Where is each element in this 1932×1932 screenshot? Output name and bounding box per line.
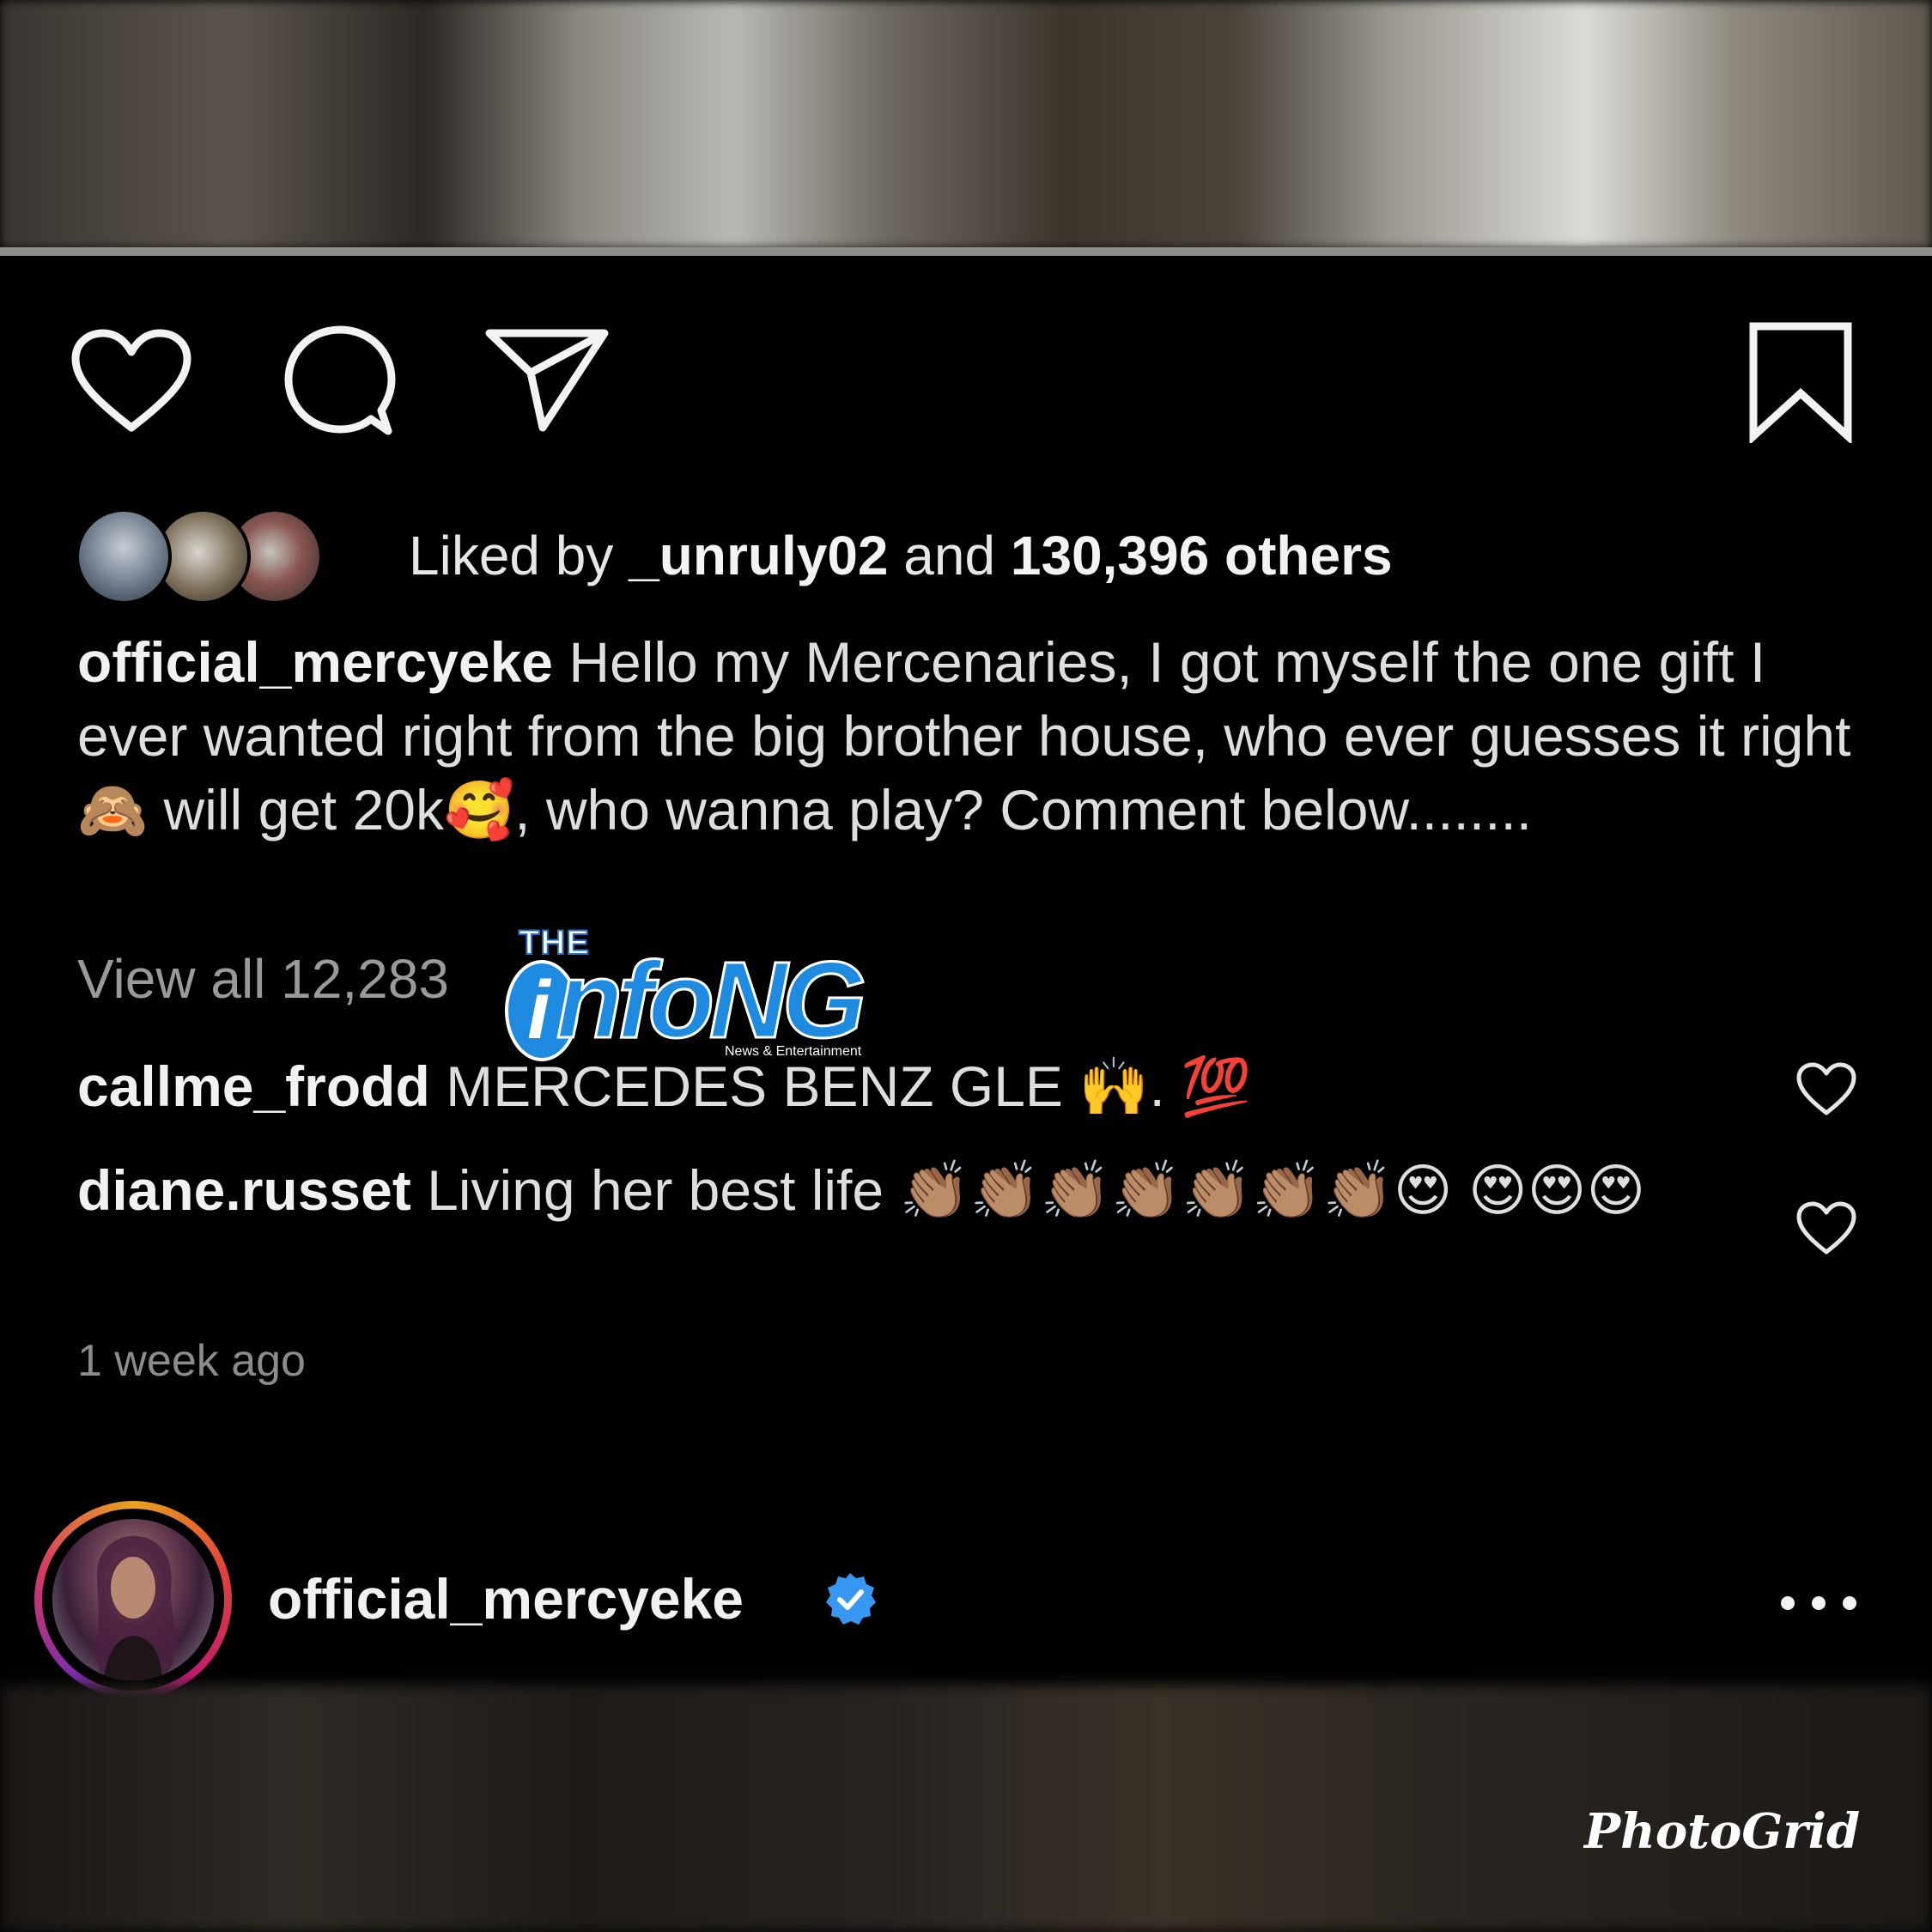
comment-like-heart-icon[interactable] — [1795, 1061, 1858, 1118]
story-ring-gap — [42, 1509, 224, 1691]
caption-text: , who wanna play? Comment below........ — [514, 778, 1533, 841]
caption-text: will get 20k — [148, 778, 445, 841]
photogrid-watermark: PhotoGrid — [1584, 1803, 1861, 1860]
watermark-brand: nfoNG — [556, 939, 868, 1060]
verified-badge-icon — [823, 1571, 878, 1631]
liked-prefix: Liked by — [409, 525, 629, 586]
smiling-hearts-emoji: 🥰 — [444, 778, 515, 841]
bookmark-save-icon[interactable] — [1747, 319, 1855, 443]
story-ring[interactable] — [34, 1501, 232, 1698]
see-no-evil-emoji: 🙈 — [77, 778, 149, 841]
likes-count-link[interactable]: 130,396 others — [1011, 525, 1393, 586]
comment-text: MERCEDES BENZ GLE — [429, 1054, 1079, 1118]
view-all-comments-link[interactable]: View all 12,283 — [77, 947, 449, 1011]
comment-item: diane.russet Living her best life 👏🏽👏🏽👏🏽… — [77, 1153, 1735, 1227]
comment-username[interactable]: diane.russet — [77, 1158, 411, 1222]
liker-avatars — [76, 508, 323, 605]
liked-by-row[interactable]: Liked by _unruly02 and 130,396 others — [76, 508, 1393, 605]
comment-username[interactable]: callme_frodd — [77, 1054, 430, 1118]
comment-text: Living her best life — [410, 1158, 900, 1222]
caption-username[interactable]: official_mercyeke — [77, 630, 553, 694]
comment-like-heart-icon[interactable] — [1795, 1200, 1858, 1257]
profile-avatar — [52, 1519, 214, 1680]
liked-user-link[interactable]: _unruly02 — [629, 525, 888, 586]
post-caption: official_mercyeke Hello my Mercenaries, … — [77, 625, 1863, 847]
avatar — [76, 508, 172, 605]
liked-middle: and — [888, 525, 1011, 586]
share-send-icon[interactable] — [483, 323, 611, 434]
blurred-photo-top — [0, 0, 1932, 249]
comment-icon[interactable] — [280, 321, 400, 441]
theinfong-watermark: THE i nfoNG News & Entertainment — [505, 919, 867, 1065]
like-heart-icon[interactable] — [69, 326, 194, 436]
comment-emoji: 🙌. 💯 — [1078, 1054, 1252, 1118]
comment-emoji: 👏🏽👏🏽👏🏽👏🏽👏🏽👏🏽👏🏽😍 😍😍😍 — [899, 1158, 1646, 1222]
profile-username[interactable]: official_mercyeke — [268, 1566, 744, 1631]
watermark-i: i — [527, 964, 550, 1056]
photo-edge — [0, 247, 1932, 256]
likes-summary: Liked by _unruly02 and 130,396 others — [409, 524, 1393, 587]
comment-item: callme_frodd MERCEDES BENZ GLE 🙌. 💯 — [77, 1049, 1251, 1123]
post-timestamp: 1 week ago — [77, 1336, 306, 1386]
more-options-icon[interactable] — [1777, 1593, 1860, 1618]
